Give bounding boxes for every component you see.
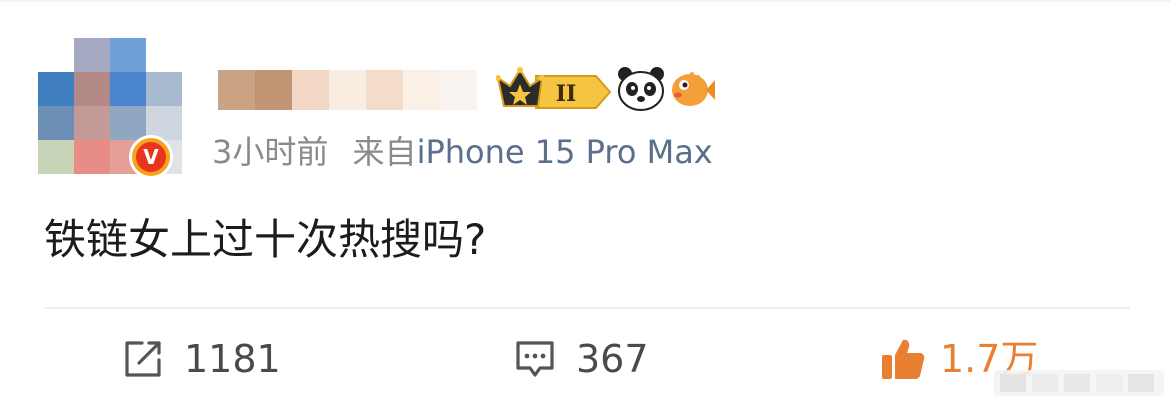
avatar-pixel	[110, 106, 146, 140]
username-blur-block	[292, 70, 329, 110]
pufferfish-icon	[672, 72, 715, 106]
crown-icon[interactable]: II	[496, 64, 614, 112]
repost-count: 1181	[184, 337, 281, 381]
source-device[interactable]: iPhone 15 Pro Max	[417, 133, 713, 171]
avatar-pixel	[38, 106, 74, 140]
top-divider	[0, 0, 1170, 2]
watermark-blur	[994, 370, 1164, 396]
post-text: 铁链女上过十次热搜吗?	[44, 215, 487, 264]
actions-divider	[44, 307, 1130, 309]
avatar-pixel	[110, 72, 146, 106]
username-blur-block	[255, 70, 292, 110]
source-prefix: 来自	[352, 133, 417, 171]
comment-count: 367	[576, 337, 649, 381]
avatar-pixel	[110, 38, 146, 72]
post-time: 3小时前	[212, 133, 329, 171]
username-blurred[interactable]	[218, 70, 477, 110]
username-blur-block	[218, 70, 255, 110]
username-blur-block	[403, 70, 440, 110]
username-blur-block	[366, 70, 403, 110]
vip-level-text: II	[556, 81, 577, 107]
user-badges: II	[496, 64, 716, 112]
avatar-pixel	[74, 106, 110, 140]
comment-icon	[514, 338, 556, 380]
avatar-pixel	[74, 140, 110, 174]
comment-button[interactable]: 367	[514, 334, 649, 384]
avatar-pixel	[74, 38, 110, 72]
avatar-pixel	[146, 72, 182, 106]
weibo-post-card: V II 3小时前 来自iPhone 15 Pro Max 铁链女上过十次热搜吗…	[0, 0, 1170, 406]
username-blur-block	[440, 70, 477, 110]
repost-icon	[122, 338, 164, 380]
repost-button[interactable]: 1181	[122, 334, 281, 384]
verified-v-badge-icon: V	[129, 135, 173, 179]
verified-v-glyph: V	[136, 142, 166, 172]
post-meta: 3小时前 来自iPhone 15 Pro Max	[212, 130, 713, 174]
avatar-pixel	[74, 72, 110, 106]
panda-icon	[618, 67, 664, 111]
avatar-pixel	[38, 72, 74, 106]
username-blur-block	[329, 70, 366, 110]
avatar-pixel	[38, 140, 74, 174]
thumbs-up-icon	[880, 336, 926, 382]
